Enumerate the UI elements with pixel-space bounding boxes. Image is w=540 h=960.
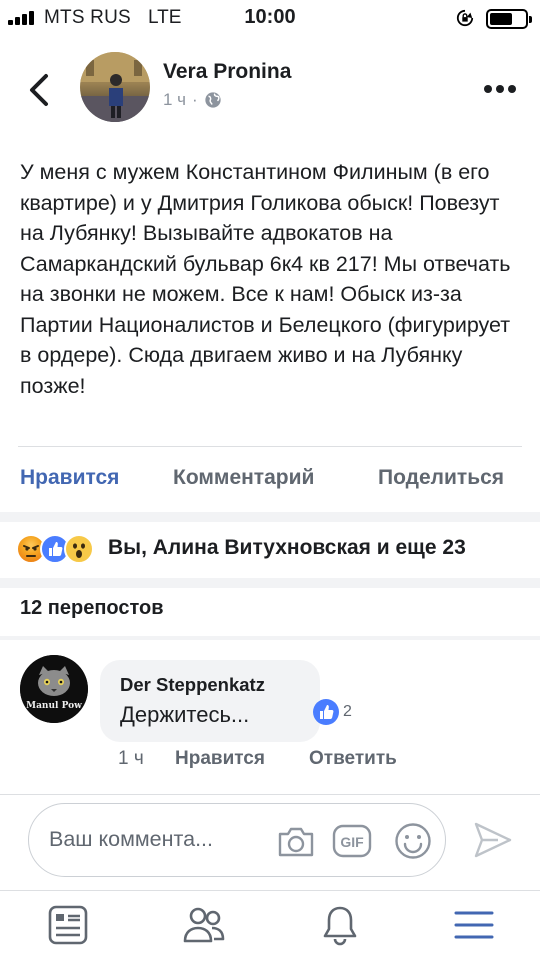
status-bar: MTS RUS LTE 10:00 <box>0 0 540 36</box>
comment-reply-button[interactable]: Ответить <box>309 748 397 770</box>
comment-like-count: 2 <box>343 703 352 720</box>
notifications-bell-icon[interactable] <box>318 903 362 947</box>
send-icon[interactable] <box>470 818 514 862</box>
back-arrow-icon[interactable] <box>22 70 58 110</box>
rotation-lock-icon <box>456 9 474 27</box>
menu-icon[interactable] <box>452 903 496 947</box>
section-separator <box>0 578 540 588</box>
post-meta: 1 ч · <box>163 90 222 110</box>
comment-button[interactable]: Комментарий <box>173 466 314 490</box>
person-photo <box>80 52 150 122</box>
meta-separator: · <box>192 90 198 109</box>
comment-bubble: Der Steppenkatz Держитесь... <box>100 660 320 742</box>
battery-icon <box>486 9 532 29</box>
divider <box>18 446 522 447</box>
comment-input-placeholder[interactable]: Ваш коммента... <box>49 827 213 852</box>
post-author-name[interactable]: Vera Pronina <box>163 60 291 84</box>
gif-icon[interactable]: GIF <box>332 821 372 861</box>
comment-composer[interactable]: Ваш коммента... GIF <box>28 803 446 877</box>
svg-text:GIF: GIF <box>340 834 364 850</box>
more-options-icon[interactable] <box>480 80 520 98</box>
reposts-count[interactable]: 12 перепостов <box>20 597 164 620</box>
camera-icon[interactable] <box>276 821 316 861</box>
friends-icon[interactable] <box>182 903 226 947</box>
divider <box>0 794 540 795</box>
cat-logo: Manul Pow <box>20 655 88 723</box>
share-button[interactable]: Поделиться <box>378 466 504 490</box>
emoji-icon[interactable] <box>393 821 433 861</box>
comment-likes[interactable]: 2 <box>313 698 352 726</box>
post-action-bar: Нравится Комментарий Поделиться <box>0 460 540 500</box>
author-avatar[interactable] <box>80 52 150 122</box>
like-reaction-icon <box>313 699 339 725</box>
section-separator <box>0 512 540 522</box>
comment-time: 1 ч <box>118 748 144 769</box>
comment-like-button[interactable]: Нравится <box>175 748 265 770</box>
globe-icon <box>205 92 221 108</box>
comment-text: Держитесь... <box>120 702 250 727</box>
avatar-lettering: Manul Pow <box>26 701 82 711</box>
section-separator <box>0 636 540 640</box>
news-feed-icon[interactable] <box>46 903 90 947</box>
post-time[interactable]: 1 ч <box>163 90 186 110</box>
post-text: У меня с мужем Константином Филиным (в е… <box>20 160 511 398</box>
reactions-label: Вы, Алина Витухновская и еще 23 <box>108 536 466 559</box>
reactions-summary[interactable]: Вы, Алина Витухновская и еще 23 <box>16 532 536 566</box>
bottom-navigation <box>0 890 540 960</box>
wow-reaction-icon <box>64 534 94 564</box>
like-button[interactable]: Нравится <box>20 466 119 490</box>
commenter-avatar[interactable]: Manul Pow <box>20 655 88 723</box>
comment-author[interactable]: Der Steppenkatz <box>120 674 265 696</box>
